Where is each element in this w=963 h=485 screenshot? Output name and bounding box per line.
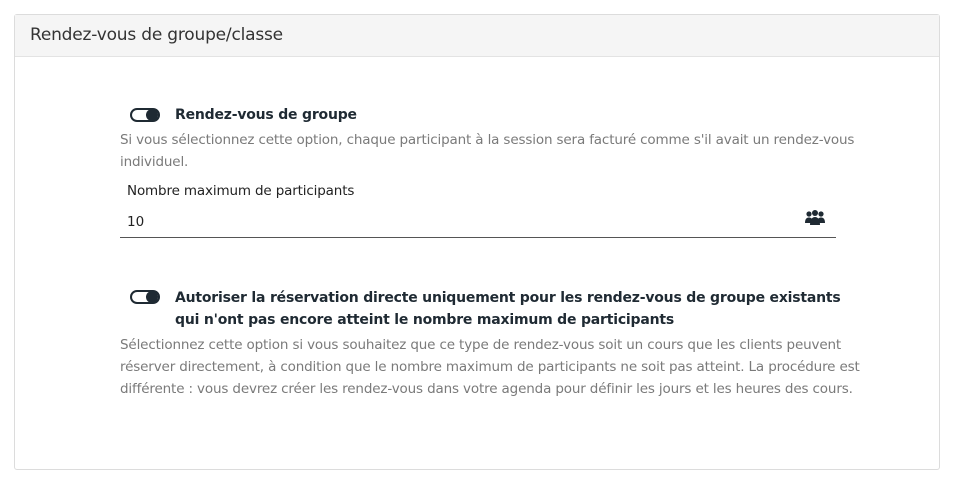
group-appointment-label: Rendez-vous de groupe: [175, 107, 357, 123]
group-appointment-toggle[interactable]: [130, 108, 160, 122]
direct-booking-description-line-1: Sélectionnez cette option si vous souhai…: [120, 337, 842, 353]
users-icon: [805, 210, 825, 225]
group-appointments-panel: Rendez-vous de groupe/classe Rendez-vous…: [14, 14, 940, 470]
direct-booking-description-line-3: différente : vous devrez créer les rende…: [120, 381, 853, 397]
direct-booking-description-line-2: réserver directement, à condition que le…: [120, 359, 860, 375]
direct-booking-toggle[interactable]: [130, 290, 160, 304]
toggle-knob: [146, 109, 158, 121]
max-participants-label: Nombre maximum de participants: [127, 183, 355, 199]
direct-booking-label-line-2: qui n'ont pas encore atteint le nombre m…: [175, 312, 674, 328]
toggle-knob: [146, 291, 158, 303]
max-participants-input[interactable]: [120, 207, 836, 238]
group-appointment-description-line-2: individuel.: [120, 154, 189, 170]
direct-booking-label-line-1: Autoriser la réservation directe uniquem…: [175, 290, 841, 306]
panel-title: Rendez-vous de groupe/classe: [30, 25, 283, 45]
panel-header: Rendez-vous de groupe/classe: [15, 15, 939, 57]
group-appointment-description-line-1: Si vous sélectionnez cette option, chaqu…: [120, 132, 855, 148]
